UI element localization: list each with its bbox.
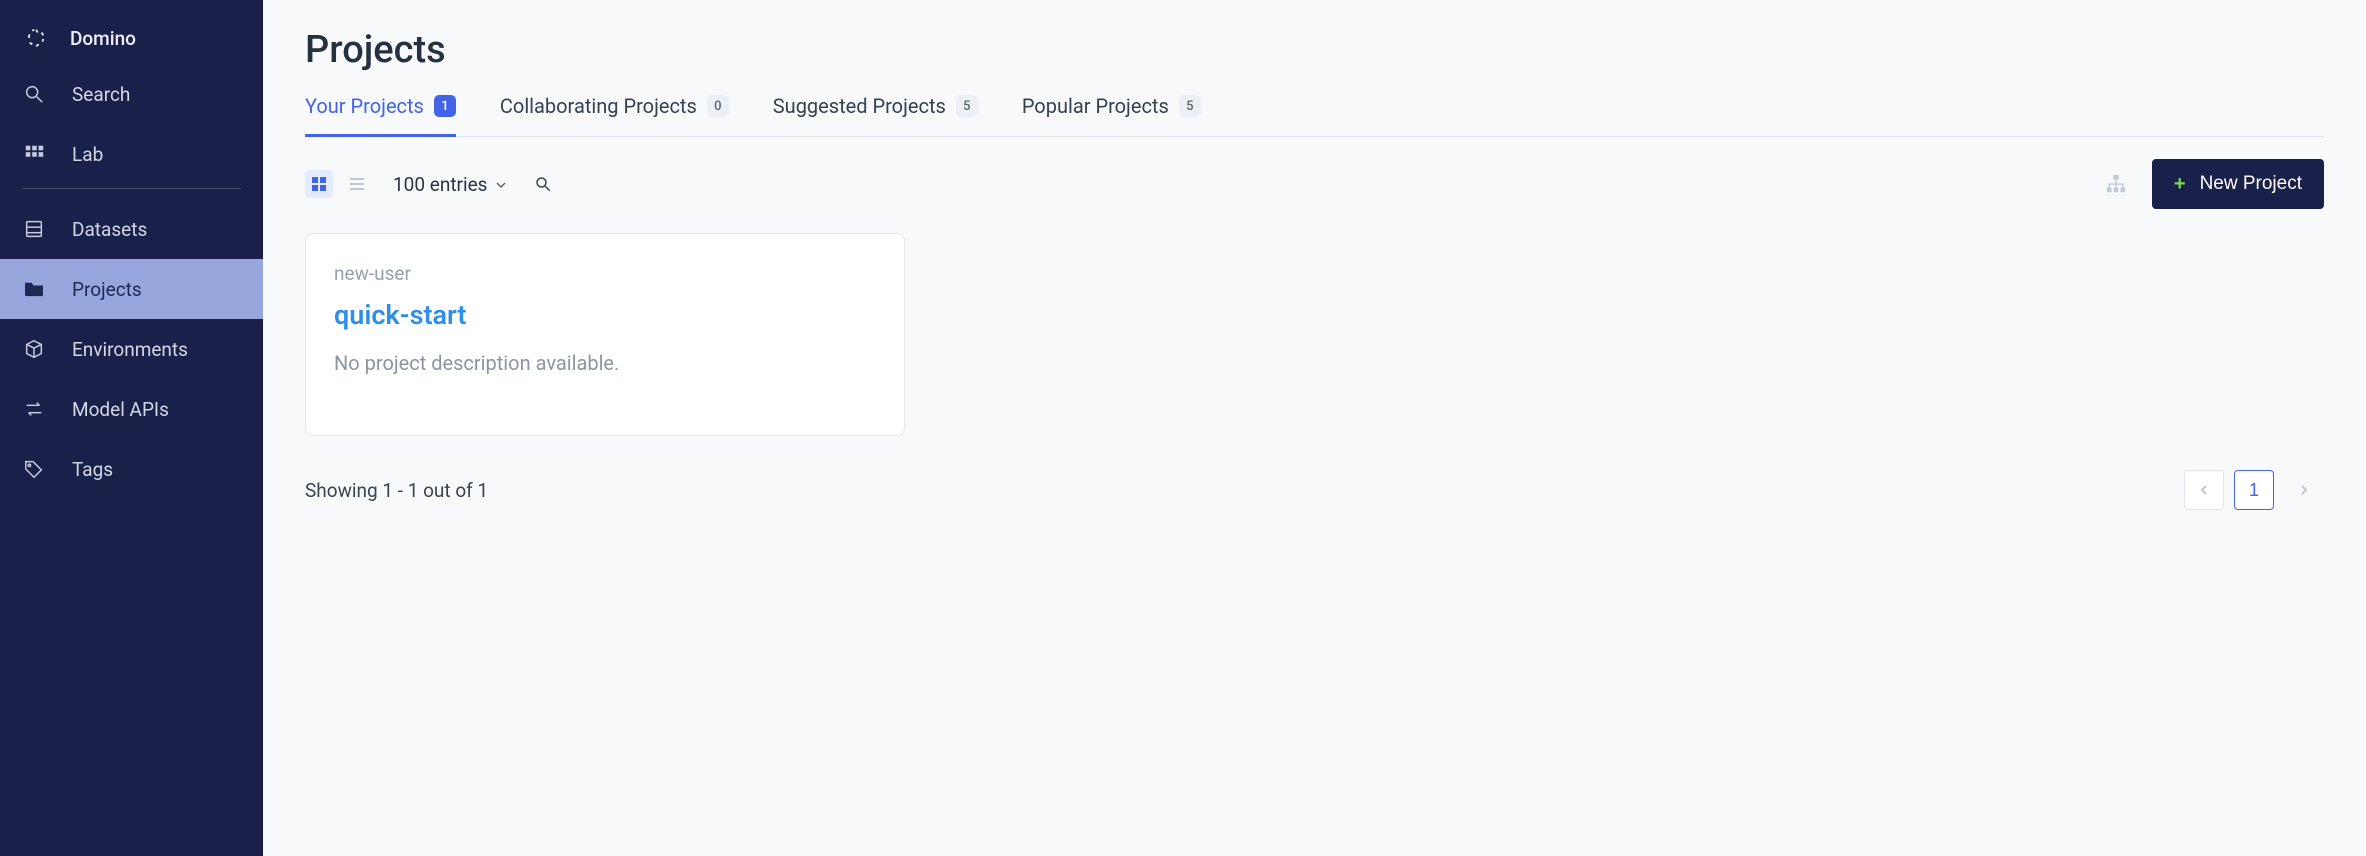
page-prev-button[interactable]: [2184, 470, 2224, 510]
grid-icon: [22, 142, 46, 166]
project-description: No project description available.: [334, 351, 876, 375]
tab-label: Your Projects: [305, 94, 424, 118]
entries-dropdown[interactable]: 100 entries: [393, 173, 507, 196]
toolbar-left: 100 entries: [305, 170, 557, 198]
sidebar-item-projects[interactable]: Projects: [0, 259, 263, 319]
sidebar: Domino Search Lab Datasets Project: [0, 0, 263, 856]
sidebar-item-label: Environments: [72, 338, 188, 361]
project-title-link[interactable]: quick-start: [334, 299, 466, 331]
list-footer: Showing 1 - 1 out of 1 1: [305, 470, 2324, 530]
sidebar-item-label: Tags: [72, 458, 113, 481]
brand-name: Domino: [70, 27, 136, 50]
toolbar: 100 entries + New Project: [305, 137, 2324, 227]
sidebar-item-label: Search: [72, 83, 130, 106]
search-icon: [22, 82, 46, 106]
folder-icon: [22, 277, 46, 301]
page-title: Projects: [305, 28, 2324, 72]
sidebar-item-model-apis[interactable]: Model APIs: [0, 379, 263, 439]
hierarchy-icon[interactable]: [2102, 170, 2130, 198]
tab-badge: 1: [434, 95, 456, 117]
toolbar-right: + New Project: [2102, 159, 2324, 209]
page-next-button[interactable]: [2284, 470, 2324, 510]
cube-icon: [22, 337, 46, 361]
showing-text: Showing 1 - 1 out of 1: [305, 479, 488, 502]
tab-suggested-projects[interactable]: Suggested Projects 5: [773, 94, 978, 137]
sidebar-divider: [22, 188, 241, 189]
sidebar-item-label: Datasets: [72, 218, 147, 241]
sidebar-item-label: Lab: [72, 143, 103, 166]
chevron-down-icon: [495, 173, 507, 196]
tab-popular-projects[interactable]: Popular Projects 5: [1022, 94, 1201, 137]
new-project-label: New Project: [2200, 173, 2302, 195]
sidebar-item-search[interactable]: Search: [0, 64, 263, 124]
tab-badge: 5: [1179, 95, 1201, 117]
page-number-button[interactable]: 1: [2234, 470, 2274, 510]
sidebar-item-label: Projects: [72, 278, 142, 301]
search-button[interactable]: [529, 170, 557, 198]
list-view-button[interactable]: [343, 170, 371, 198]
pagination: 1: [2184, 470, 2324, 510]
sidebar-item-datasets[interactable]: Datasets: [0, 199, 263, 259]
sidebar-item-tags[interactable]: Tags: [0, 439, 263, 499]
logo-icon: [24, 26, 48, 50]
main-content: Projects Your Projects 1 Collaborating P…: [263, 0, 2366, 856]
sidebar-item-environments[interactable]: Environments: [0, 319, 263, 379]
tab-label: Popular Projects: [1022, 94, 1169, 118]
brand: Domino: [0, 18, 263, 64]
tab-label: Collaborating Projects: [500, 94, 697, 118]
sidebar-item-lab[interactable]: Lab: [0, 124, 263, 184]
swap-icon: [22, 397, 46, 421]
tab-badge: 5: [956, 95, 978, 117]
entries-label: 100 entries: [393, 173, 487, 196]
tab-label: Suggested Projects: [773, 94, 946, 118]
tab-badge: 0: [707, 95, 729, 117]
plus-icon: +: [2174, 174, 2186, 194]
app-root: Domino Search Lab Datasets Project: [0, 0, 2366, 856]
new-project-button[interactable]: + New Project: [2152, 159, 2324, 209]
sidebar-item-label: Model APIs: [72, 398, 169, 421]
tab-collaborating-projects[interactable]: Collaborating Projects 0: [500, 94, 729, 137]
tab-your-projects[interactable]: Your Projects 1: [305, 94, 456, 137]
database-icon: [22, 217, 46, 241]
project-card: new-user quick-start No project descript…: [305, 233, 905, 436]
grid-view-button[interactable]: [305, 170, 333, 198]
view-toggle: [305, 170, 371, 198]
tabs: Your Projects 1 Collaborating Projects 0…: [305, 94, 2324, 137]
tag-icon: [22, 457, 46, 481]
project-owner: new-user: [334, 262, 876, 285]
